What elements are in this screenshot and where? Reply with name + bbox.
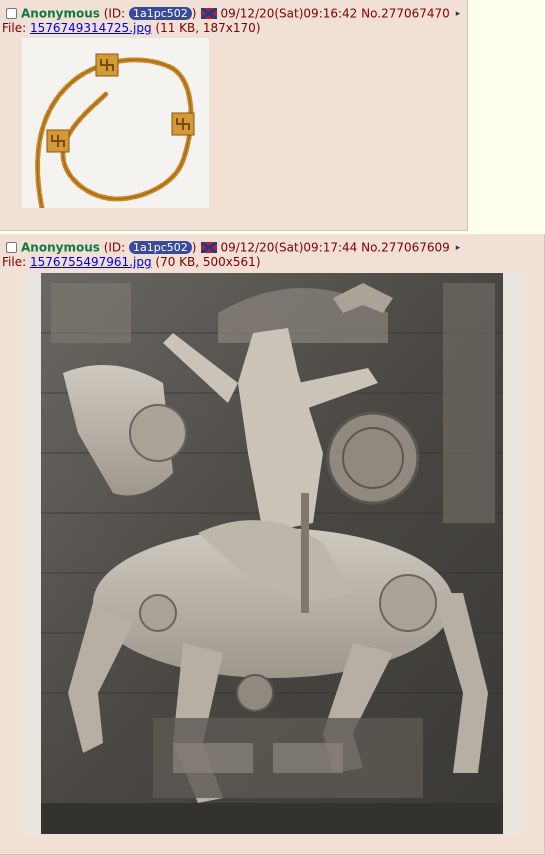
country-flag-icon <box>201 8 218 19</box>
post-info: Anonymous (ID: 1a1pc502) 09/12/20(Sat)09:… <box>6 5 460 21</box>
post-image-relief-carving[interactable] <box>23 273 522 834</box>
post-menu-arrow-icon[interactable]: ▸ <box>456 9 461 19</box>
poster-id-prefix: (ID: <box>103 6 130 21</box>
poster-id-suffix: ) <box>191 6 197 21</box>
poster-id-suffix: ) <box>191 240 197 255</box>
file-info: File: 1576749314725.jpg (11 KB, 187x170) <box>2 21 261 35</box>
post-info: Anonymous (ID: 1a1pc502) 09/12/20(Sat)09:… <box>6 239 460 255</box>
file-info: File: 1576755497961.jpg (70 KB, 500x561) <box>2 255 261 269</box>
poster-name: Anonymous <box>21 240 100 255</box>
post-277067470: Anonymous (ID: 1a1pc502) 09/12/20(Sat)09:… <box>0 0 468 231</box>
post-datetime: 09/12/20(Sat)09:17:44 <box>220 240 358 255</box>
post-datetime: 09/12/20(Sat)09:16:42 <box>220 6 358 21</box>
post-number[interactable]: No.277067470 <box>361 7 450 21</box>
file-meta: (70 KB, 500x561) <box>155 255 261 269</box>
file-meta: (11 KB, 187x170) <box>155 21 261 35</box>
post-select-checkbox[interactable] <box>6 242 17 253</box>
file-link[interactable]: 1576749314725.jpg <box>30 21 152 35</box>
poster-id-badge[interactable]: 1a1pc502 <box>129 241 192 254</box>
post-menu-arrow-icon[interactable]: ▸ <box>456 243 461 253</box>
post-image-thumbnail[interactable] <box>22 38 209 208</box>
post-number[interactable]: No.277067609 <box>361 241 450 255</box>
poster-id-prefix: (ID: <box>103 240 130 255</box>
poster-name: Anonymous <box>21 6 100 21</box>
poster-id-badge[interactable]: 1a1pc502 <box>129 7 192 20</box>
file-label: File: <box>2 21 30 35</box>
file-link[interactable]: 1576755497961.jpg <box>30 255 152 269</box>
file-label: File: <box>2 255 30 269</box>
country-flag-icon <box>201 242 218 253</box>
post-select-checkbox[interactable] <box>6 8 17 19</box>
